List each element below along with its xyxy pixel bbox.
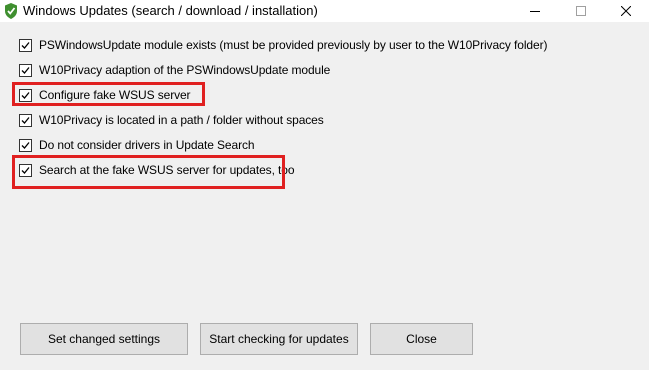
checkmark-icon (21, 42, 30, 49)
checkbox[interactable] (19, 64, 32, 77)
option-label: W10Privacy adaption of the PSWindowsUpda… (39, 63, 331, 77)
shield-check-icon (4, 3, 18, 19)
close-button[interactable]: Close (370, 323, 473, 355)
maximize-icon (576, 6, 586, 16)
option-label: W10Privacy is located in a path / folder… (39, 113, 324, 127)
checkmark-icon (21, 142, 30, 149)
highlight-box (12, 155, 285, 189)
minimize-icon (530, 11, 540, 12)
maximize-button[interactable] (558, 0, 604, 22)
checkbox[interactable] (19, 114, 32, 127)
title-bar[interactable]: Windows Updates (search / download / ins… (0, 0, 649, 22)
checkmark-icon (21, 117, 30, 124)
option-label: Do not consider drivers in Update Search (39, 138, 255, 152)
option-label: PSWindowsUpdate module exists (must be p… (39, 38, 548, 52)
set-changed-settings-button[interactable]: Set changed settings (20, 323, 188, 355)
highlight-box (12, 82, 205, 106)
window-title: Windows Updates (search / download / ins… (23, 3, 318, 18)
close-window-button[interactable] (603, 0, 649, 22)
minimize-button[interactable] (512, 0, 558, 22)
checkmark-icon (21, 67, 30, 74)
windows-updates-dialog: Windows Updates (search / download / ins… (0, 0, 649, 370)
checkbox[interactable] (19, 39, 32, 52)
start-checking-button[interactable]: Start checking for updates (200, 323, 358, 355)
checkbox[interactable] (19, 139, 32, 152)
close-icon (621, 6, 631, 16)
